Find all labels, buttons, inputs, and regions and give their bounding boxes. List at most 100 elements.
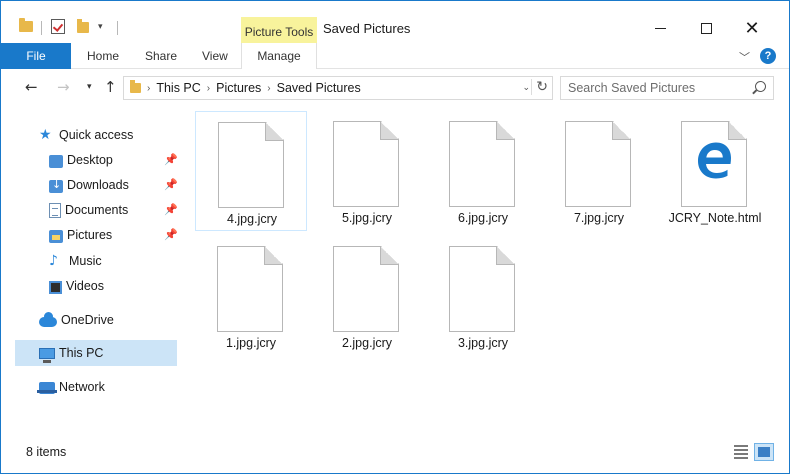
- blank-file-icon: [565, 121, 631, 207]
- sidebar-item-label: Pictures: [67, 228, 113, 242]
- sidebar-item-label: Music: [69, 254, 102, 268]
- maximize-button[interactable]: [683, 15, 729, 41]
- tab-file[interactable]: File: [1, 43, 71, 69]
- breadcrumb-this-pc[interactable]: This PC: [156, 81, 200, 95]
- file-name: 5.jpg.jcry: [341, 211, 393, 225]
- close-button[interactable]: ✕: [729, 15, 775, 41]
- file-name: 6.jpg.jcry: [457, 211, 509, 225]
- sidebar-item-label: Documents: [65, 203, 129, 217]
- file-item[interactable]: 3.jpg.jcry: [427, 236, 539, 356]
- pictures-folder-icon: [49, 229, 63, 243]
- breadcrumb-separator-icon[interactable]: ›: [267, 83, 270, 94]
- sidebar-item-music[interactable]: ♪ Music: [49, 249, 102, 273]
- file-item[interactable]: 2.jpg.jcry: [311, 236, 423, 356]
- file-item[interactable]: 4.jpg.jcry: [195, 111, 307, 231]
- file-item[interactable]: 1.jpg.jcry: [195, 236, 307, 356]
- file-name: JCRY_Note.html: [668, 211, 762, 225]
- file-item[interactable]: 7.jpg.jcry: [543, 111, 655, 231]
- network-icon: [37, 382, 57, 394]
- address-bar[interactable]: › This PC › Pictures › Saved Pictures ⌄ …: [123, 76, 553, 100]
- ribbon-tabs: File Home Share View Manage ﹀ ?: [1, 43, 789, 69]
- search-box[interactable]: [560, 76, 774, 100]
- videos-folder-icon: [49, 280, 62, 294]
- sidebar-item-network[interactable]: Network: [37, 375, 105, 399]
- details-view-icon: [734, 449, 748, 451]
- cloud-icon: [39, 312, 57, 327]
- sidebar-item-desktop[interactable]: Desktop: [49, 148, 113, 172]
- navigation-bar: ← → ▾ ↑ › This PC › Pictures › Saved Pic…: [1, 70, 789, 106]
- details-view-button[interactable]: [731, 443, 751, 461]
- tab-home[interactable]: Home: [87, 43, 119, 69]
- help-icon[interactable]: ?: [760, 48, 776, 64]
- sidebar-item-pictures[interactable]: Pictures: [49, 223, 112, 247]
- edge-logo-icon: [698, 142, 731, 179]
- up-arrow-icon[interactable]: ↑: [104, 78, 117, 96]
- minimize-icon: [654, 27, 666, 29]
- file-name: 2.jpg.jcry: [341, 336, 393, 350]
- details-view-icon: [734, 445, 748, 447]
- sidebar-item-label: OneDrive: [61, 313, 114, 327]
- desktop-folder-icon: [49, 154, 63, 168]
- sidebar-item-label: Quick access: [59, 128, 134, 142]
- breadcrumb-saved-pictures[interactable]: Saved Pictures: [277, 81, 361, 95]
- folder-icon[interactable]: [19, 18, 33, 32]
- sidebar-item-label: Downloads: [67, 178, 129, 192]
- explorer-window: ▾ Picture Tools Saved Pictures ✕ File Ho…: [0, 0, 790, 474]
- sidebar-item-downloads[interactable]: Downloads: [49, 173, 129, 197]
- breadcrumb-pictures[interactable]: Pictures: [216, 81, 261, 95]
- pin-icon[interactable]: 📌: [164, 153, 178, 166]
- quick-access-dropdown-icon[interactable]: ▾: [98, 21, 103, 32]
- sidebar-item-this-pc[interactable]: This PC: [39, 341, 103, 365]
- file-list: 4.jpg.jcry 5.jpg.jcry 6.jpg.jcry 7.jpg.j…: [181, 106, 789, 436]
- status-bar: 8 items: [1, 437, 789, 473]
- file-name: 4.jpg.jcry: [226, 212, 278, 226]
- large-icons-view-button[interactable]: [754, 443, 774, 461]
- downloads-folder-icon: [49, 178, 63, 193]
- tab-manage[interactable]: Manage: [241, 43, 317, 69]
- search-input[interactable]: [561, 77, 741, 99]
- breadcrumb-separator-icon[interactable]: ›: [207, 83, 210, 94]
- blank-file-icon: [449, 121, 515, 207]
- sidebar-item-videos[interactable]: Videos: [49, 274, 104, 298]
- window-title: Saved Pictures: [323, 21, 411, 36]
- search-icon[interactable]: [755, 81, 766, 92]
- sidebar-item-label: This PC: [59, 346, 104, 360]
- blank-file-icon: [218, 122, 284, 208]
- toolbar-separator: [41, 21, 42, 35]
- maximize-icon: [700, 22, 712, 34]
- forward-arrow-icon[interactable]: →: [57, 78, 70, 96]
- file-name: 1.jpg.jcry: [225, 336, 277, 350]
- blank-file-icon: [217, 246, 283, 332]
- file-item[interactable]: 6.jpg.jcry: [427, 111, 539, 231]
- edge-html-icon: [681, 121, 747, 207]
- details-view-icon: [734, 453, 748, 455]
- refresh-icon[interactable]: ↻: [531, 79, 548, 95]
- music-note-icon: ♪: [49, 253, 58, 269]
- tab-share[interactable]: Share: [145, 43, 177, 69]
- picture-tools-context-tab: Picture Tools: [241, 17, 317, 43]
- address-dropdown-icon[interactable]: ⌄: [522, 82, 530, 93]
- pin-icon[interactable]: 📌: [164, 178, 178, 191]
- back-arrow-icon[interactable]: ←: [25, 78, 38, 96]
- computer-icon: [39, 348, 55, 363]
- tab-view[interactable]: View: [202, 43, 228, 69]
- expand-ribbon-chevron-icon[interactable]: ﹀: [739, 49, 750, 65]
- sidebar-item-onedrive[interactable]: OneDrive: [39, 308, 114, 332]
- pin-icon[interactable]: 📌: [164, 228, 178, 241]
- recent-locations-chevron-icon[interactable]: ▾: [87, 82, 92, 92]
- pin-icon[interactable]: 📌: [164, 203, 178, 216]
- blank-file-icon: [333, 246, 399, 332]
- sidebar-item-label: Desktop: [67, 153, 113, 167]
- file-item[interactable]: 5.jpg.jcry: [311, 111, 423, 231]
- sidebar-item-label: Network: [59, 380, 105, 394]
- sidebar-item-documents[interactable]: Documents: [49, 198, 128, 222]
- new-folder-icon[interactable]: [77, 19, 89, 33]
- navigation-pane: ★ Quick access Desktop 📌 Downloads 📌 Doc…: [1, 106, 178, 436]
- breadcrumb-separator-icon: ›: [147, 82, 151, 94]
- minimize-button[interactable]: [637, 15, 683, 41]
- item-count: 8 items: [26, 445, 67, 459]
- file-item[interactable]: JCRY_Note.html: [659, 111, 771, 231]
- properties-icon[interactable]: [51, 19, 65, 34]
- documents-folder-icon: [49, 202, 61, 218]
- sidebar-item-quick-access[interactable]: ★ Quick access: [39, 123, 133, 147]
